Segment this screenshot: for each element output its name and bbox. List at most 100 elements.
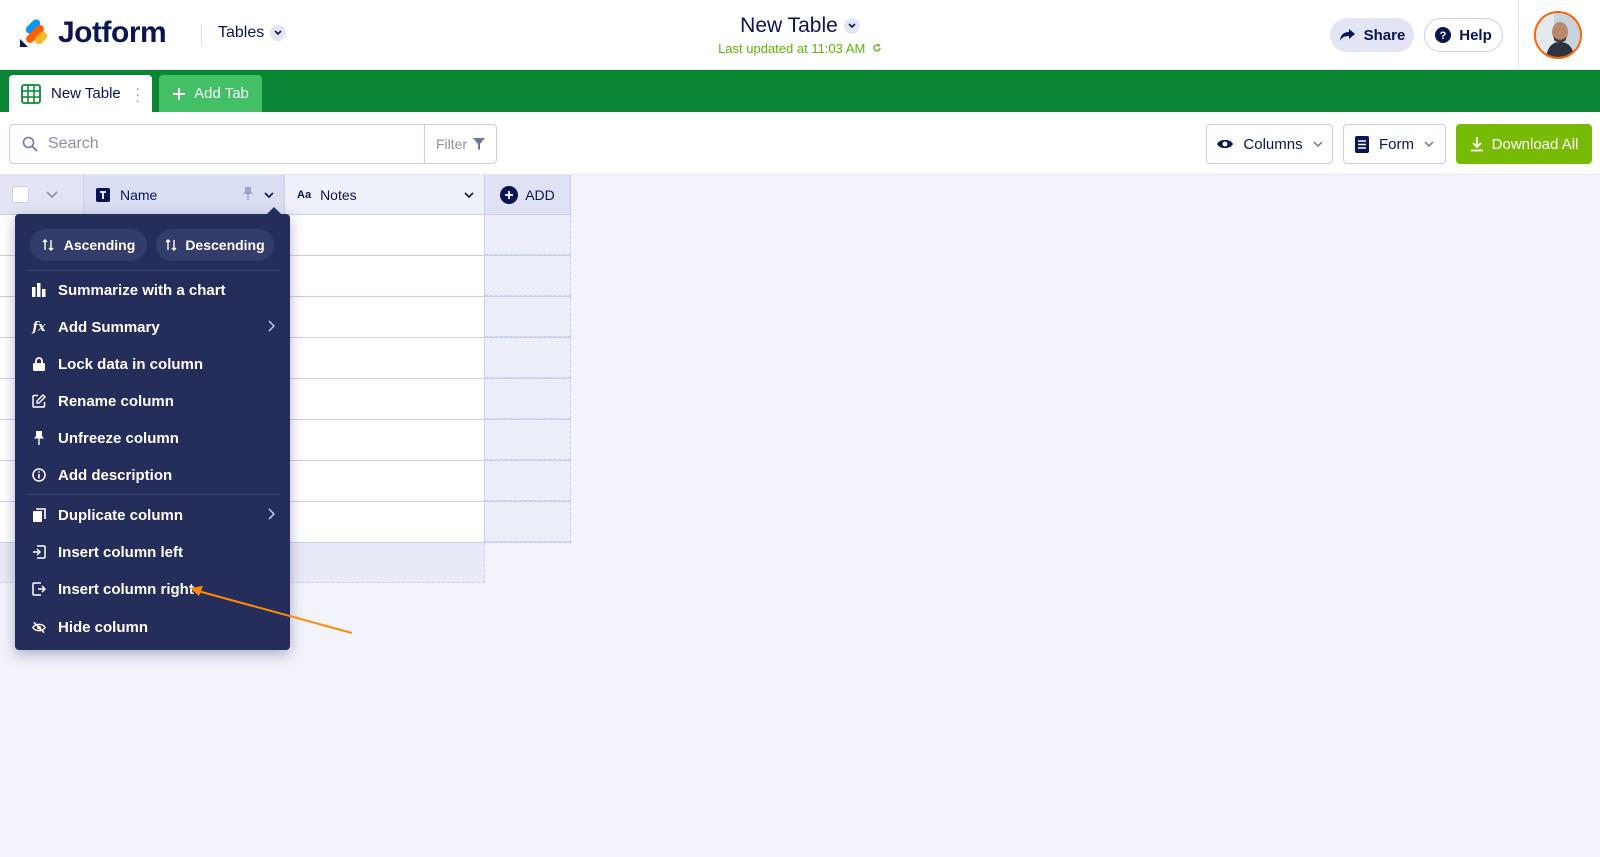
share-arrow-icon <box>1339 29 1355 41</box>
download-all-button[interactable]: Download All <box>1456 124 1592 164</box>
plus-icon <box>173 87 186 100</box>
menu-item-add-summary[interactable]: fx Add Summary <box>15 310 290 344</box>
jotform-logo-icon <box>20 19 48 47</box>
column-label: Notes <box>320 186 357 203</box>
search-input[interactable]: Search <box>9 124 425 164</box>
menu-item-label: Rename column <box>58 392 174 410</box>
add-column-cell <box>485 338 571 378</box>
chevron-down-icon[interactable] <box>264 192 274 198</box>
add-column-cell <box>485 215 571 255</box>
fx-icon: fx <box>32 319 46 335</box>
menu-item-insert-right[interactable]: Insert column right <box>15 572 290 606</box>
add-column-cell <box>485 256 571 296</box>
divider <box>201 24 202 46</box>
refresh-icon <box>873 43 881 52</box>
form-button[interactable]: Form <box>1343 124 1446 164</box>
share-button[interactable]: Share <box>1330 18 1414 52</box>
divider <box>1518 0 1519 70</box>
eye-off-icon <box>32 620 46 634</box>
sort-icon <box>165 239 177 251</box>
filter-button[interactable]: Filter <box>424 124 497 164</box>
pin-icon[interactable] <box>243 187 253 200</box>
menu-item-label: Add description <box>58 466 173 484</box>
page-title[interactable]: New Table <box>740 14 860 38</box>
tab-options-icon[interactable]: · · · <box>135 81 140 107</box>
table-cell[interactable] <box>285 297 485 337</box>
chevron-right-icon <box>268 508 275 520</box>
help-label: Help <box>1459 26 1492 44</box>
menu-divider <box>25 270 280 271</box>
search-placeholder: Search <box>48 135 99 152</box>
add-column-label: ADD <box>525 186 555 203</box>
duplicate-icon <box>32 508 46 522</box>
sort-ascending-label: Ascending <box>63 237 136 253</box>
add-column-button[interactable]: ADD <box>485 175 571 215</box>
menu-item-duplicate-column[interactable]: Duplicate column <box>15 498 290 532</box>
sort-ascending-button[interactable]: Ascending <box>30 229 147 261</box>
table-cell[interactable] <box>285 215 485 255</box>
add-tab-button[interactable]: Add Tab <box>159 75 262 112</box>
form-icon <box>1355 135 1369 153</box>
chevron-down-icon[interactable] <box>46 191 58 198</box>
table-cell[interactable] <box>285 461 485 501</box>
menu-item-summarize-chart[interactable]: Summarize with a chart <box>15 273 290 307</box>
menu-item-label: Lock data in column <box>58 355 204 373</box>
menu-item-unfreeze-column[interactable]: Unfreeze column <box>15 421 290 455</box>
menu-item-label: Duplicate column <box>58 506 184 524</box>
menu-item-lock-data[interactable]: Lock data in column <box>15 347 290 381</box>
add-column-cell <box>485 461 571 501</box>
menu-item-hide-column[interactable]: Hide column <box>15 610 290 644</box>
select-all-header <box>0 175 84 215</box>
menu-item-label: Insert column right <box>58 580 194 598</box>
form-label: Form <box>1379 135 1414 153</box>
tables-dropdown[interactable]: Tables <box>218 24 287 42</box>
add-tab-label: Add Tab <box>194 85 249 102</box>
chevron-right-icon <box>268 320 275 332</box>
svg-text:?: ? <box>1440 30 1447 42</box>
info-icon <box>32 468 46 482</box>
column-context-menu: Ascending Descending Summarize with a ch… <box>15 207 290 650</box>
jotform-logo[interactable]: Jotform <box>18 16 167 50</box>
avatar[interactable] <box>1534 11 1582 59</box>
add-column-cell <box>485 297 571 337</box>
table-title: New Table <box>740 14 838 37</box>
table-cell[interactable] <box>285 420 485 460</box>
sort-descending-button[interactable]: Descending <box>156 229 274 261</box>
menu-item-label: Unfreeze column <box>58 429 179 447</box>
search-icon <box>22 136 38 152</box>
edit-icon <box>32 394 46 408</box>
filter-icon <box>473 138 486 150</box>
top-bar: Jotform Tables New Table Last updated at… <box>0 0 1600 70</box>
table-cell[interactable] <box>285 502 485 542</box>
last-updated: Last updated at 11:03 AM <box>600 41 1000 56</box>
title-block: New Table Last updated at 11:03 AM <box>600 14 1000 56</box>
columns-button[interactable]: Columns <box>1206 124 1333 164</box>
table-cell[interactable] <box>285 338 485 378</box>
table-cell[interactable] <box>285 379 485 419</box>
bar-chart-icon <box>32 283 46 297</box>
eye-icon <box>1217 139 1234 149</box>
menu-item-insert-left[interactable]: Insert column left <box>15 535 290 569</box>
table-cell[interactable] <box>285 256 485 296</box>
aa-type-icon: Aa <box>297 188 312 201</box>
column-header-name[interactable]: Name <box>84 175 285 215</box>
insert-left-icon <box>32 545 46 559</box>
logo-text: Jotform <box>58 16 167 49</box>
menu-item-add-description[interactable]: Add description <box>15 458 290 492</box>
add-column-cell <box>485 502 571 542</box>
select-all-checkbox[interactable] <box>12 186 29 203</box>
menu-item-rename-column[interactable]: Rename column <box>15 384 290 418</box>
column-header-notes[interactable]: Aa Notes <box>285 175 485 215</box>
user-photo-icon <box>1536 13 1580 57</box>
chevron-down-icon <box>1313 141 1323 147</box>
tab-new-table[interactable]: New Table · · · <box>9 75 152 112</box>
pin-icon <box>32 431 46 445</box>
lock-icon <box>32 357 46 371</box>
sort-icon <box>42 239 54 251</box>
menu-caret <box>267 207 281 214</box>
chevron-down-icon[interactable] <box>464 192 474 198</box>
tab-bar: New Table · · · Add Tab <box>0 70 1600 112</box>
help-button[interactable]: ? Help <box>1424 18 1503 52</box>
table-grid-icon <box>21 83 41 104</box>
filter-label: Filter <box>435 136 468 152</box>
